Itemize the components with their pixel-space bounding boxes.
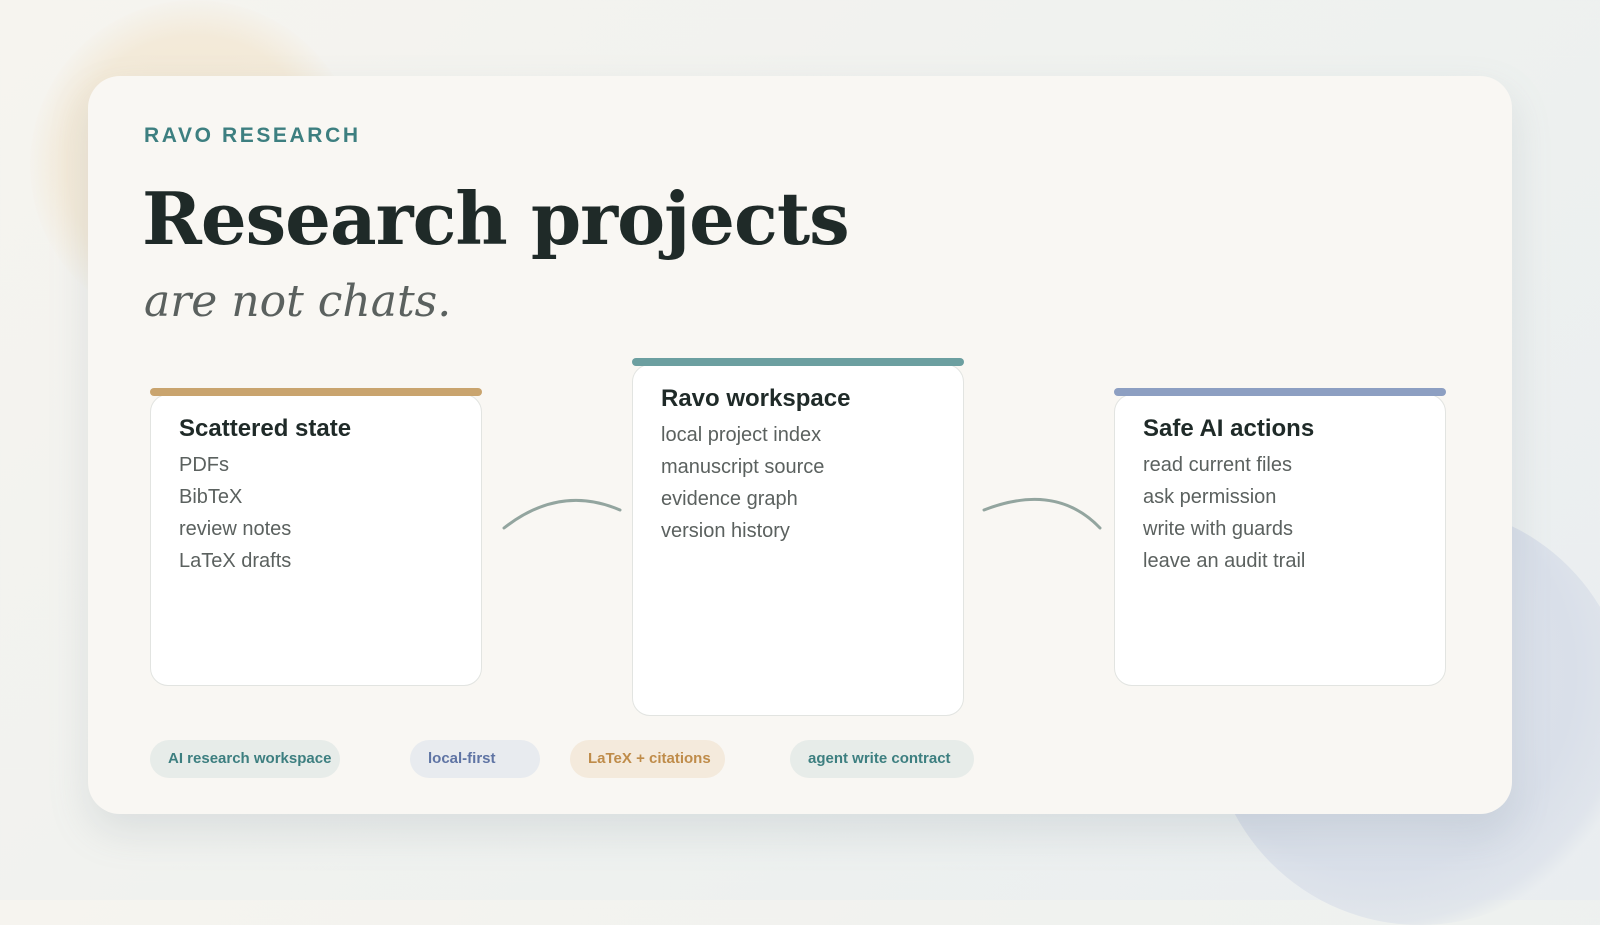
panel-title: Scattered state — [179, 415, 352, 442]
brand-label: RAVO RESEARCH — [144, 124, 361, 147]
page-subtitle: are not chats. — [144, 276, 452, 327]
panel-accent-bar — [1114, 388, 1446, 396]
connector-arc-left — [502, 498, 622, 530]
list-item: local project index — [661, 424, 822, 446]
tag-agent-write-contract: agent write contract — [790, 740, 974, 778]
list-item: ask permission — [1143, 486, 1277, 508]
list-item: evidence graph — [661, 488, 798, 510]
tag-latex-citations: LaTeX + citations — [570, 740, 725, 778]
tag-ai-research-workspace: AI research workspace — [150, 740, 340, 778]
panel-list: PDFs BibTeX review notes LaTeX drafts — [179, 449, 453, 577]
list-item: BibTeX — [179, 486, 243, 508]
panel-safe-ai-actions: Safe AI actions read current files ask p… — [1114, 388, 1446, 686]
list-item: read current files — [1143, 454, 1292, 476]
list-item: version history — [661, 520, 790, 542]
connector-arc-right — [982, 498, 1102, 530]
list-item: manuscript source — [661, 456, 825, 478]
list-item: LaTeX drafts — [179, 550, 292, 572]
panel-scattered-state: Scattered state PDFs BibTeX review notes… — [150, 388, 482, 686]
panel-accent-bar — [632, 358, 964, 366]
list-item: review notes — [179, 518, 292, 540]
list-item: leave an audit trail — [1143, 550, 1306, 572]
panel-ravo-workspace: Ravo workspace local project index manus… — [632, 358, 964, 716]
list-item: PDFs — [179, 454, 229, 476]
panel-list: local project index manuscript source ev… — [661, 419, 935, 547]
tag-local-first: local-first — [410, 740, 540, 778]
panel-title: Ravo workspace — [661, 385, 851, 412]
panel-list: read current files ask permission write … — [1143, 449, 1417, 577]
hero-card: RAVO RESEARCH Research projects are not … — [88, 76, 1512, 814]
panel-accent-bar — [150, 388, 482, 396]
list-item: write with guards — [1143, 518, 1294, 540]
panel-title: Safe AI actions — [1143, 415, 1315, 442]
page-title: Research projects — [142, 176, 850, 261]
